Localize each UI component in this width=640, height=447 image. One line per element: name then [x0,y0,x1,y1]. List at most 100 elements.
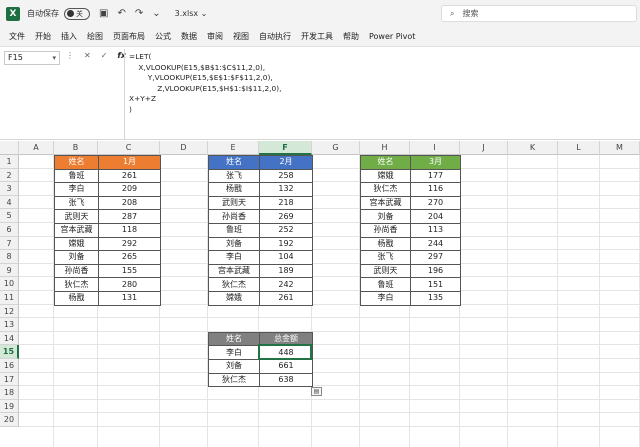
column-header-D[interactable]: D [160,141,208,155]
autosave-toggle[interactable]: 关 [64,7,90,20]
column-header-A[interactable]: A [19,141,54,155]
table4-cell[interactable]: 刘备 [208,358,260,374]
table1-cell[interactable]: 265 [98,250,161,265]
table3-cell[interactable]: 135 [410,290,461,306]
menu-tab-4[interactable]: 页面布局 [113,31,145,42]
table1-cell[interactable]: 武则天 [54,209,99,224]
row-header-1[interactable]: 1 [0,155,19,169]
table2-cell[interactable]: 杨戬 [208,182,260,197]
select-all-corner[interactable] [0,141,19,155]
column-header-E[interactable]: E [208,141,259,155]
column-header-B[interactable]: B [54,141,98,155]
table2-cell[interactable]: 武则天 [208,195,260,211]
table3-cell[interactable]: 196 [410,263,461,279]
table2-cell[interactable]: 192 [259,236,313,252]
table1-cell[interactable]: 张飞 [54,195,99,211]
table2-cell[interactable]: 242 [259,277,313,292]
table3-header[interactable]: 姓名 [360,155,411,170]
column-header-J[interactable]: J [460,141,508,155]
menu-tab-0[interactable]: 文件 [9,31,25,42]
table4-cell[interactable]: 狄仁杰 [208,372,260,388]
row-header-8[interactable]: 8 [0,250,19,264]
table3-cell[interactable]: 151 [410,277,461,292]
row-header-3[interactable]: 3 [0,182,19,196]
table3-cell[interactable]: 297 [410,250,461,265]
table3-cell[interactable]: 狄仁杰 [360,182,411,197]
table1-cell[interactable]: 208 [98,195,161,211]
table2-cell[interactable]: 269 [259,209,313,224]
table2-cell[interactable]: 李白 [208,250,260,265]
table2-cell[interactable]: 孙尚香 [208,209,260,224]
table2-cell[interactable]: 狄仁杰 [208,277,260,292]
row-header-2[interactable]: 2 [0,168,19,183]
save-icon[interactable]: ▣ [99,8,108,19]
column-header-I[interactable]: I [410,141,460,155]
row-header-10[interactable]: 10 [0,277,19,291]
row-header-17[interactable]: 17 [0,372,19,387]
table1-cell[interactable]: 209 [98,182,161,197]
row-header-19[interactable]: 19 [0,399,19,414]
table3-cell[interactable]: 刘备 [360,209,411,224]
table3-header[interactable]: 3月 [410,155,461,170]
row-header-16[interactable]: 16 [0,359,19,373]
table2-cell[interactable]: 嫦娥 [208,290,260,306]
paste-options-icon[interactable]: ▤ [311,387,322,396]
table2-cell[interactable]: 258 [259,168,313,184]
table4-cell[interactable]: 661 [259,358,313,374]
table1-header[interactable]: 姓名 [54,155,99,170]
column-header-H[interactable]: H [360,141,410,155]
customize-toolbar-icon[interactable]: ⌄ [152,8,160,19]
table1-cell[interactable]: 118 [98,222,161,238]
table2-cell[interactable]: 218 [259,195,313,211]
menu-tab-12[interactable]: Power Pivot [369,32,415,41]
table1-cell[interactable]: 李白 [54,182,99,197]
formula-input[interactable]: =LET( X,VLOOKUP(E15,$B$1:$C$11,2,0), Y,V… [129,52,281,116]
table3-cell[interactable]: 204 [410,209,461,224]
table1-cell[interactable]: 280 [98,277,161,292]
menu-tab-3[interactable]: 绘图 [87,31,103,42]
column-header-F[interactable]: F [259,141,312,155]
table2-cell[interactable]: 张飞 [208,168,260,184]
table3-cell[interactable]: 李白 [360,290,411,306]
file-name[interactable]: 3.xlsx ⌄ [175,9,208,18]
column-header-C[interactable]: C [98,141,160,155]
table2-header[interactable]: 2月 [259,155,313,170]
table2-cell[interactable]: 261 [259,290,313,306]
row-header-15[interactable]: 15 [0,345,19,359]
row-header-7[interactable]: 7 [0,236,19,251]
row-header-13[interactable]: 13 [0,318,19,332]
table1-cell[interactable]: 杨戬 [54,290,99,306]
undo-icon[interactable]: ↶ [117,8,125,19]
table2-header[interactable]: 姓名 [208,155,260,170]
table3-cell[interactable]: 孙尚香 [360,222,411,238]
table1-cell[interactable]: 狄仁杰 [54,277,99,292]
table1-cell[interactable]: 261 [98,168,161,184]
enter-icon[interactable]: ✓ [101,51,108,60]
table3-cell[interactable]: 244 [410,236,461,252]
table2-cell[interactable]: 鲁班 [208,222,260,238]
menu-tab-11[interactable]: 帮助 [343,31,359,42]
table1-cell[interactable]: 孙尚香 [54,263,99,279]
table2-cell[interactable]: 刘备 [208,236,260,252]
menu-tab-10[interactable]: 开发工具 [301,31,333,42]
table2-cell[interactable]: 宫本武藏 [208,263,260,279]
table3-cell[interactable]: 鲁班 [360,277,411,292]
row-header-4[interactable]: 4 [0,195,19,210]
row-header-11[interactable]: 11 [0,291,19,305]
table3-cell[interactable]: 177 [410,168,461,184]
menu-tab-8[interactable]: 视图 [233,31,249,42]
table4-cell[interactable]: 638 [259,372,313,388]
table1-cell[interactable]: 宫本武藏 [54,222,99,238]
redo-icon[interactable]: ↷ [135,8,143,19]
cancel-icon[interactable]: ✕ [84,51,91,60]
menu-tab-9[interactable]: 自动执行 [259,31,291,42]
table1-header[interactable]: 1月 [98,155,161,170]
table2-cell[interactable]: 252 [259,222,313,238]
row-header-12[interactable]: 12 [0,304,19,319]
menu-tab-2[interactable]: 插入 [61,31,77,42]
column-header-G[interactable]: G [312,141,360,155]
table1-cell[interactable]: 292 [98,236,161,252]
table3-cell[interactable]: 270 [410,195,461,211]
table1-cell[interactable]: 155 [98,263,161,279]
table2-cell[interactable]: 189 [259,263,313,279]
